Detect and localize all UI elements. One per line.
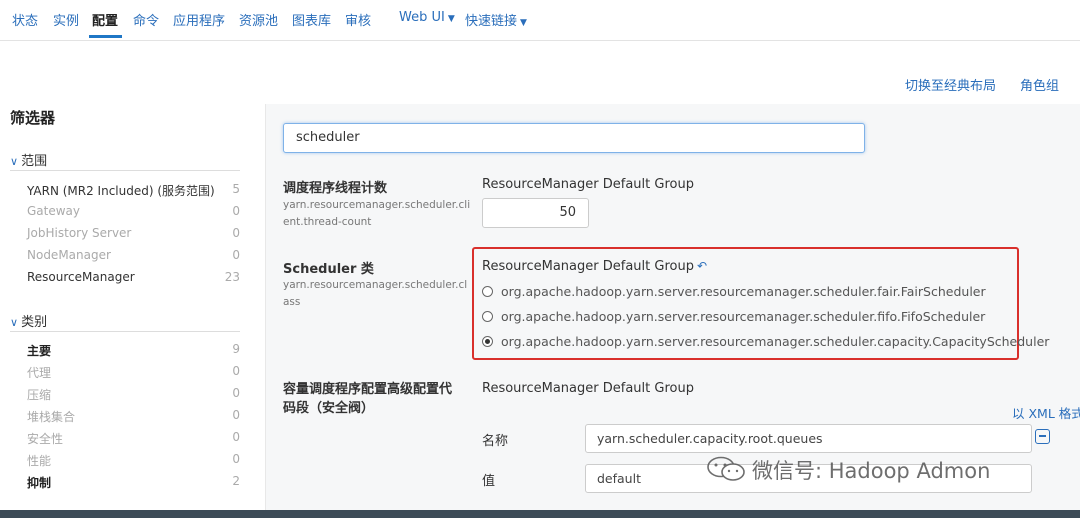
- filter-label: JobHistory Server: [27, 226, 132, 240]
- thread-count-input[interactable]: 50: [482, 198, 589, 228]
- wechat-icon: [707, 456, 745, 481]
- filter-count: 0: [232, 452, 240, 466]
- role-group-label: ResourceManager Default Group ↶: [482, 259, 707, 274]
- filter-label: 压缩: [27, 388, 52, 402]
- filter-count: 0: [232, 386, 240, 400]
- search-input[interactable]: scheduler: [283, 123, 865, 153]
- property-key-line: ent.thread-count: [283, 216, 372, 228]
- thread-count-value: 50: [559, 205, 576, 220]
- role-group-label: ResourceManager Default Group: [482, 177, 694, 192]
- scheduler-option-fifo[interactable]: org.apache.hadoop.yarn.server.resourcema…: [482, 309, 985, 324]
- chevron-down-icon: ∨: [10, 155, 19, 168]
- remove-row-icon[interactable]: [1035, 429, 1050, 444]
- nav-charts[interactable]: 图表库: [292, 10, 331, 29]
- nav-quicklinks-dropdown[interactable]: 快速链接 ▼: [465, 10, 527, 29]
- option-label: org.apache.hadoop.yarn.server.resourcema…: [501, 309, 986, 324]
- filter-count: 9: [232, 342, 240, 356]
- divider: [10, 170, 240, 171]
- radio-unselected-icon: [482, 311, 493, 322]
- view-as-xml-link[interactable]: 以 XML 格式: [1012, 403, 1080, 422]
- property-label-line: 容量调度程序配置高级配置代: [283, 382, 453, 397]
- nav-audits[interactable]: 审核: [345, 10, 371, 29]
- role-group-label: ResourceManager Default Group: [482, 381, 694, 396]
- nav-applications[interactable]: 应用程序: [173, 10, 225, 29]
- filter-label: Gateway: [27, 204, 81, 218]
- filter-count: 0: [232, 408, 240, 422]
- filter-count: 0: [232, 364, 240, 378]
- filter-label: 主要: [27, 344, 52, 358]
- scheduler-option-capacity[interactable]: org.apache.hadoop.yarn.server.resourcema…: [482, 334, 1049, 349]
- scope-group-label: 范围: [21, 154, 48, 169]
- nav-configuration[interactable]: 配置: [92, 10, 118, 29]
- nav-quicklinks-label: 快速链接: [465, 14, 518, 29]
- property-key-line: yarn.resourcemanager.scheduler.cli: [283, 199, 471, 211]
- filter-label: 代理: [27, 366, 52, 380]
- filter-count: 2: [232, 474, 240, 488]
- category-group-label: 类别: [21, 315, 48, 330]
- active-tab-indicator: [89, 35, 122, 38]
- filter-count: 5: [232, 182, 240, 196]
- filter-title: 筛选器: [10, 109, 56, 127]
- nav-webui-label: Web UI: [399, 10, 445, 25]
- switch-classic-layout-link[interactable]: 切换至经典布局: [905, 75, 996, 94]
- scheduler-option-fair[interactable]: org.apache.hadoop.yarn.server.resourcema…: [482, 284, 986, 299]
- caret-down-icon: ▼: [447, 14, 455, 24]
- property-key: yarn.resourcemanager.scheduler.cli ent.th…: [283, 197, 471, 231]
- name-field-label: 名称: [482, 434, 509, 449]
- radio-selected-icon: [482, 336, 493, 347]
- property-label-line: 码段（安全阀）: [283, 401, 375, 416]
- nav-instances[interactable]: 实例: [53, 10, 79, 29]
- filter-label: YARN (MR2 Included) (服务范围): [27, 184, 215, 198]
- top-nav: 状态 实例 配置 命令 应用程序 资源池 图表库 审核 Web UI ▼ 快速链接…: [0, 0, 1080, 41]
- property-label: Scheduler 类: [283, 262, 374, 277]
- filter-count: 0: [232, 248, 240, 262]
- filter-count: 23: [224, 270, 240, 284]
- nav-resource-pools[interactable]: 资源池: [239, 10, 278, 29]
- role-groups-link[interactable]: 角色组: [1020, 75, 1059, 94]
- property-key-line: yarn.resourcemanager.scheduler.cl: [283, 279, 468, 291]
- category-group-toggle[interactable]: ∨ 类别: [10, 311, 47, 330]
- search-value: scheduler: [296, 130, 360, 145]
- undo-icon[interactable]: ↶: [697, 259, 707, 273]
- bottom-bar: [0, 510, 1080, 518]
- property-key-line: ass: [283, 296, 301, 308]
- scope-group-toggle[interactable]: ∨ 范围: [10, 150, 47, 169]
- nav-webui-dropdown[interactable]: Web UI ▼: [399, 10, 455, 25]
- nav-commands[interactable]: 命令: [133, 10, 159, 29]
- watermark: 微信号: Hadoop Admon: [706, 455, 990, 485]
- chevron-down-icon: ∨: [10, 316, 19, 329]
- filter-label: 安全性: [27, 432, 64, 446]
- watermark-text: 微信号: Hadoop Admon: [752, 459, 991, 483]
- filter-count: 0: [232, 430, 240, 444]
- option-label: org.apache.hadoop.yarn.server.resourcema…: [501, 334, 1050, 349]
- option-label: org.apache.hadoop.yarn.server.resourcema…: [501, 284, 986, 299]
- filter-label: 性能: [27, 454, 52, 468]
- value-field-label: 值: [482, 474, 496, 489]
- filter-label: ResourceManager: [27, 270, 135, 284]
- radio-unselected-icon: [482, 286, 493, 297]
- nav-status[interactable]: 状态: [12, 10, 38, 29]
- filter-label: 堆栈集合: [27, 410, 76, 424]
- caret-down-icon: ▼: [520, 18, 527, 28]
- property-label: 容量调度程序配置高级配置代 码段（安全阀）: [283, 380, 452, 418]
- filter-count: 0: [232, 204, 240, 218]
- divider: [10, 331, 240, 332]
- property-label: 调度程序线程计数: [283, 181, 388, 196]
- filter-label: 抑制: [27, 476, 52, 490]
- name-input[interactable]: yarn.scheduler.capacity.root.queues: [585, 424, 1032, 453]
- role-group-text: ResourceManager Default Group: [482, 259, 694, 274]
- filter-count: 0: [232, 226, 240, 240]
- value-value: default: [597, 471, 641, 486]
- filter-label: NodeManager: [27, 248, 111, 262]
- name-value: yarn.scheduler.capacity.root.queues: [597, 431, 823, 446]
- property-key: yarn.resourcemanager.scheduler.cl ass: [283, 277, 468, 311]
